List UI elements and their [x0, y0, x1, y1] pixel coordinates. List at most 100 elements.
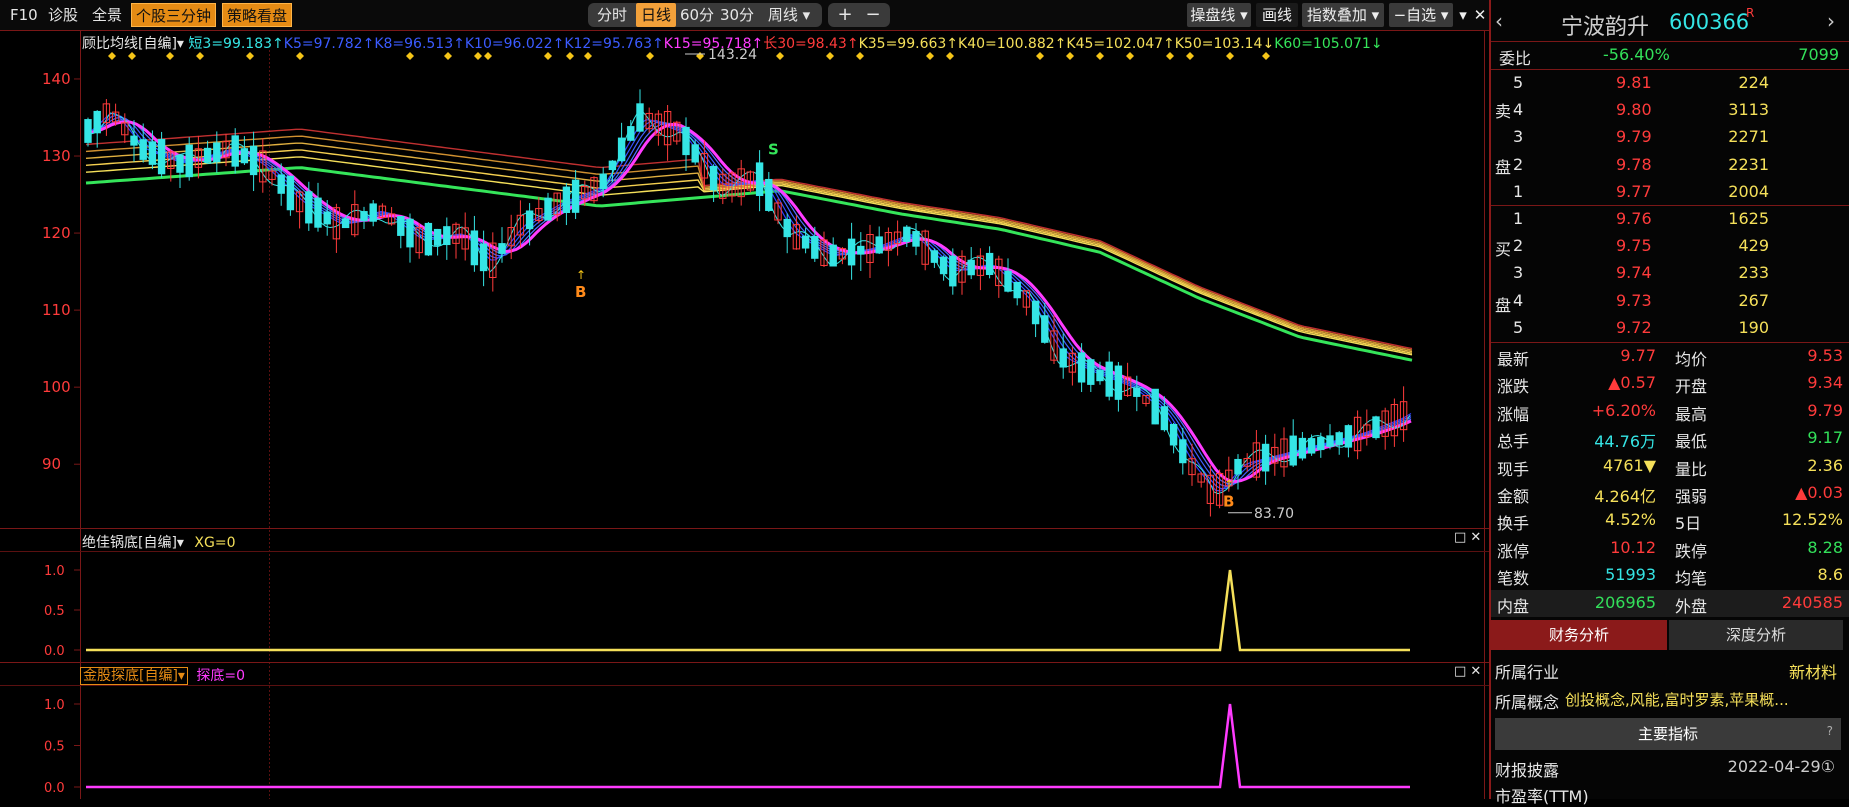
main-indicator-legend: 顾比均线[自编]▾ 短3=99.183↑K5=97.782↑K8=96.513↑…	[82, 33, 1383, 53]
collapse-icon[interactable]: ▾	[1456, 3, 1470, 27]
stat-row: 涨跌 ▲0.57 开盘 9.34	[1497, 373, 1843, 397]
stat-row: 最新 9.77 均价 9.53	[1497, 346, 1843, 369]
candle-body	[305, 191, 313, 224]
ask-row[interactable]: 2 9.78 2231	[1491, 152, 1849, 179]
bid-row[interactable]: 1 9.76 1625	[1491, 206, 1849, 233]
draw-button[interactable]: 画线	[1256, 3, 1298, 27]
ask-row[interactable]: 1 9.77 2004	[1491, 179, 1849, 206]
candle-body	[811, 236, 819, 259]
long-ma-line	[85, 166, 1413, 362]
stat-value: +6.20%	[1591, 400, 1656, 420]
candle-body	[231, 135, 239, 167]
tab-depth[interactable]: 深度分析	[1669, 620, 1843, 650]
close-icon[interactable]: ✕	[1472, 3, 1488, 27]
signal-diamond-icon	[1186, 52, 1194, 60]
stat-value: ▲0.03	[1795, 483, 1843, 502]
candle-body	[341, 218, 350, 229]
candle-body	[1298, 437, 1307, 459]
main-index-bar[interactable]: 主要指标 ?	[1495, 718, 1841, 750]
sub1-indicator-name[interactable]: 绝佳锅底[自编]▾	[82, 535, 184, 551]
sub2-value: 探底=0	[196, 668, 246, 684]
y-tick-label: 90	[42, 455, 61, 473]
pe-row: 市盈率(TTM)	[1495, 787, 1589, 806]
sub1-window-icons[interactable]: □ ✕	[1454, 530, 1481, 545]
ask-price: 9.77	[1616, 181, 1652, 201]
zoom-out-button[interactable]: −	[860, 3, 886, 27]
candle-body	[139, 139, 147, 160]
stat-row: 笔数 51993 均笔 8.6	[1497, 565, 1843, 589]
zoom-in-button[interactable]: +	[832, 3, 858, 27]
ask-price: 9.78	[1616, 154, 1652, 174]
next-stock-icon[interactable]: ›	[1827, 9, 1835, 33]
candle-body	[360, 211, 368, 222]
candle-body	[939, 256, 948, 275]
candle-body	[857, 245, 865, 255]
y-tick-label: 100	[42, 378, 71, 396]
buy-arrow-icon: ↑	[1224, 477, 1234, 491]
prev-stock-icon[interactable]: ‹	[1495, 9, 1503, 33]
signal-diamond-icon	[946, 52, 954, 60]
trade-line-button[interactable]: 操盘线 ▾	[1187, 3, 1251, 27]
candle-body	[1096, 370, 1104, 382]
candle-body	[203, 147, 212, 163]
tab-financial[interactable]: 财务分析	[1491, 620, 1667, 650]
industry-value[interactable]: 新材料	[1789, 659, 1837, 683]
sub1-line	[86, 569, 1410, 652]
help-icon[interactable]: ?	[1827, 724, 1833, 738]
ask-row[interactable]: 4 9.80 3113	[1491, 97, 1849, 124]
three-min-button[interactable]: 个股三分钟	[131, 3, 217, 27]
candle-body	[314, 197, 322, 228]
stat-value: 9.79	[1807, 400, 1843, 420]
bid-row[interactable]: 5 9.72 190	[1491, 315, 1849, 342]
fullscreen-button[interactable]: 全景	[88, 3, 126, 27]
bid-row[interactable]: 4 9.73 267	[1491, 288, 1849, 315]
buy-arrow-icon: ↑	[576, 268, 586, 282]
sub2-window-icons[interactable]: □ ✕	[1454, 664, 1481, 679]
ask-row[interactable]: 5 9.81 224	[1491, 70, 1849, 97]
candle-body	[1151, 388, 1159, 425]
period-tab-daily[interactable]: 日线	[636, 3, 676, 27]
stat-value: 2.36	[1807, 455, 1843, 475]
period-tab-60min[interactable]: 60分	[678, 3, 716, 27]
candle-body	[1261, 443, 1270, 472]
stat-value: 9.34	[1807, 373, 1843, 393]
signal-diamond-icon	[1262, 52, 1270, 60]
stat-row: 金额 4.264亿 强弱 ▲0.03	[1497, 483, 1843, 506]
f10-button[interactable]: F10	[6, 3, 42, 27]
weibi-diff: 7099	[1798, 45, 1839, 64]
long-ma-line	[85, 128, 1413, 350]
sub2-legend: 金股探底[自编]▾ 探底=0	[80, 665, 245, 685]
candle-body	[185, 144, 193, 178]
bid-row[interactable]: 3 9.74 233	[1491, 260, 1849, 287]
concept-value[interactable]: 创投概念,风能,富时罗素,苹果概...	[1565, 689, 1789, 710]
diagnose-button[interactable]: 诊股	[44, 3, 82, 27]
watchlist-button[interactable]: −自选 ▾	[1389, 3, 1453, 27]
candle-body	[157, 138, 166, 175]
period-tab-fenshi[interactable]: 分时	[590, 3, 634, 27]
weibi-row: 委比 -56.40% 7099	[1499, 45, 1839, 68]
signal-diamond-icon	[646, 52, 654, 60]
main-indicator-name[interactable]: 顾比均线[自编]▾	[82, 36, 184, 52]
candle-body	[397, 216, 405, 236]
stat-row: 涨停 10.12 跌停 8.28	[1497, 537, 1843, 561]
stat-value: 4.264亿	[1594, 487, 1656, 506]
period-tab-30min[interactable]: 30分	[718, 3, 756, 27]
signal-diamond-icon	[1066, 52, 1074, 60]
candle-body	[985, 252, 994, 276]
bid-row[interactable]: 2 9.75 429	[1491, 233, 1849, 260]
sub2-tick: 0.0	[44, 781, 65, 796]
signal-diamond-icon	[926, 52, 934, 60]
ask-row[interactable]: 3 9.79 2271	[1491, 124, 1849, 151]
sub2-indicator-name[interactable]: 金股探底[自编]▾	[80, 667, 188, 685]
candle-body	[1289, 435, 1297, 466]
candle-body	[1114, 365, 1123, 400]
sub1-tick: 0.5	[44, 604, 65, 619]
strategy-button[interactable]: 策略看盘	[222, 3, 293, 27]
candle-body	[249, 145, 258, 176]
index-overlay-button[interactable]: 指数叠加 ▾	[1302, 3, 1384, 27]
signal-diamond-icon	[1036, 52, 1044, 60]
ma-value-11: K60=105.071↓	[1274, 36, 1383, 52]
ask-price: 9.79	[1616, 127, 1652, 147]
signal-diamond-icon	[584, 52, 592, 60]
period-tab-weekly[interactable]: 周线 ▾	[758, 3, 820, 27]
